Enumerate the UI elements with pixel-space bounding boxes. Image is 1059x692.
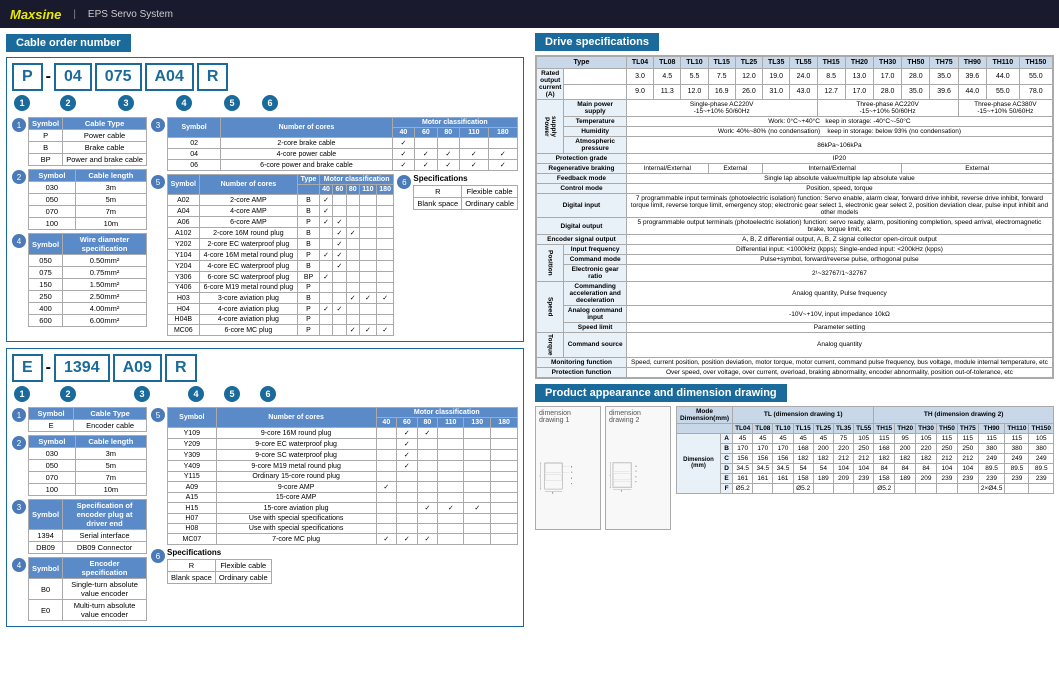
symbol-cable-type-p: SymbolCable Type PPower cable BBrake cab…: [28, 117, 147, 166]
svg-text:D: D: [635, 471, 637, 473]
svg-text:F: F: [571, 483, 573, 485]
seg-075: 075: [95, 63, 142, 91]
appearance-section: dimension drawing 1 C A: [535, 406, 1054, 530]
num-4-e: 4: [12, 558, 26, 572]
drive-main-table: Type TL04 TL08 TL10 TL15 TL25 TL35 TL55 …: [536, 56, 1053, 378]
svg-text:E: E: [635, 476, 637, 478]
symbol-cable-length-p: SymbolCable length 0303m 0505m 0707m 100…: [28, 169, 147, 230]
seg-1394: 1394: [54, 354, 110, 382]
seg-04: 04: [54, 63, 92, 91]
logo: Maxsine: [10, 7, 61, 22]
svg-text:F: F: [635, 481, 637, 483]
num-6-e: 6: [151, 549, 165, 563]
circle-5: 5: [224, 95, 240, 111]
drive-specs-section: Type TL04 TL08 TL10 TL15 TL25 TL35 TL55 …: [535, 55, 1054, 379]
svg-text:D: D: [571, 472, 573, 474]
symbol-wire-dia: SymbolWire diameter specification 0500.5…: [28, 233, 147, 327]
circle-3e: 3: [134, 386, 150, 402]
cable-p-section: P - 04 075 A04 R 1 2 3 4 5 6: [6, 57, 524, 342]
svg-text:E: E: [571, 477, 573, 479]
num-3-p: 3: [151, 118, 165, 132]
svg-text:C: C: [609, 474, 610, 476]
seg-e: E: [12, 354, 43, 382]
header-divider: |: [73, 9, 76, 20]
num-5-p: 5: [151, 175, 165, 189]
num-4-p: 4: [12, 234, 26, 248]
circle-2: 2: [60, 95, 76, 111]
svg-text:B: B: [635, 465, 637, 467]
seg-a04: A04: [145, 63, 194, 91]
svg-text:A: A: [552, 491, 554, 494]
specs-label-e: Specifications: [167, 548, 272, 557]
svg-text:C: C: [539, 474, 540, 476]
drawing-2: dimension drawing 2 C A: [605, 406, 671, 530]
seg-r: R: [197, 63, 229, 91]
circle-6e: 6: [260, 386, 276, 402]
seg-a09: A09: [113, 354, 162, 382]
left-panel: Cable order number P - 04 075 A04 R 1 2 …: [0, 28, 530, 633]
specs-table-p: RFlexible cable Blank spaceOrdinary cabl…: [413, 185, 518, 210]
dimension-table: ModeDimension(mm) TL (dimension drawing …: [676, 406, 1054, 494]
num-1-e: 1: [12, 408, 26, 422]
specs-label-p: Specifications: [413, 174, 518, 183]
seg-p: P: [12, 63, 43, 91]
num-1-p: 1: [12, 118, 26, 132]
header: Maxsine | EPS Servo System: [0, 0, 1059, 28]
header-subtitle: EPS Servo System: [88, 9, 173, 20]
num-6-p: 6: [397, 175, 411, 189]
seg-r-e: R: [165, 354, 197, 382]
num-2-p: 2: [12, 170, 26, 184]
seg-dash-e: -: [46, 359, 51, 377]
svg-text:B: B: [571, 466, 573, 468]
cable-e-section: E - 1394 A09 R 1 2 3 4 5 6: [6, 348, 524, 627]
drive-spec-title-bar: Drive specifications: [535, 33, 659, 51]
seg-dash1: -: [46, 68, 51, 86]
circle-2e: 2: [60, 386, 76, 402]
dimension-table-wrap: ModeDimension(mm) TL (dimension drawing …: [676, 406, 1054, 530]
symbol-num-cores-p: Symbol Number of cores Motor classificat…: [167, 117, 518, 171]
num-3-e: 3: [12, 500, 26, 514]
circle-1: 1: [14, 95, 30, 111]
drawing-1: dimension drawing 1 C A: [535, 406, 601, 530]
circle-4e: 4: [188, 386, 204, 402]
circle-1e: 1: [14, 386, 30, 402]
appearance-title-bar: Product appearance and dimension drawing: [535, 384, 787, 402]
circle-5e: 5: [224, 386, 240, 402]
core-table-e: Symbol Number of cores Motor classificat…: [167, 407, 518, 545]
right-panel: Drive specifications Type TL04 TL08 TL10…: [530, 28, 1059, 633]
symbol-num-cores-detail-p: Symbol Number of cores Type Motor classi…: [167, 174, 394, 336]
svg-text:A: A: [621, 489, 623, 492]
cable-order-title: Cable order number: [6, 34, 131, 52]
num-5-e: 5: [151, 408, 165, 422]
circle-3: 3: [118, 95, 134, 111]
circle-6: 6: [262, 95, 278, 111]
circle-4: 4: [176, 95, 192, 111]
num-2-e: 2: [12, 436, 26, 450]
